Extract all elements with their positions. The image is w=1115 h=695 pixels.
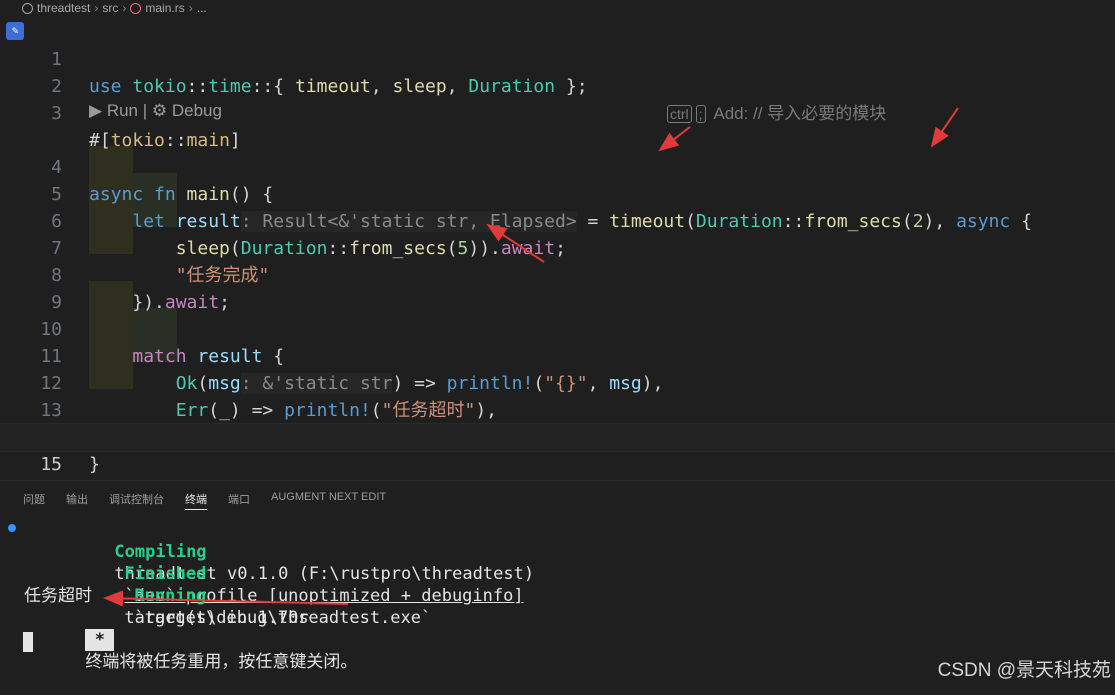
code-line: 10 match result { [0, 289, 1115, 367]
inline-suggestion-hint: ctrl; Add: // 导入必要的模块 [667, 100, 886, 128]
debug-codelens[interactable]: Debug [172, 101, 222, 120]
tab-output[interactable]: 输出 [66, 491, 88, 510]
codelens: ▶ Run | ⚙ Debug [89, 101, 222, 120]
code-line: 5 let result: Result<&'static str, Elaps… [0, 154, 1115, 232]
breadcrumb-more[interactable]: ... [197, 1, 207, 15]
code-line: 13 } [0, 370, 1115, 448]
breadcrumb: threadtest › src › main.rs › ... [0, 0, 1115, 16]
code-line: 8 }).await; [0, 235, 1115, 313]
terminal-cursor [23, 632, 33, 652]
code-line: 6 sleep(Duration::from_secs(5)).await; [0, 181, 1115, 259]
watermark: CSDN @景天科技苑 [937, 660, 1111, 681]
task-star-badge: * [85, 629, 115, 651]
code-line: 9 [0, 262, 1115, 313]
code-line: 1 use tokio::time::{ timeout, sleep, Dur… [0, 19, 1115, 123]
code-line: 14 } [0, 397, 1115, 475]
tab-ports[interactable]: 端口 [228, 491, 250, 510]
current-code-line: 15 [0, 423, 1115, 475]
gear-icon: ⚙ [151, 101, 168, 120]
chevron-right-icon: › [94, 1, 99, 15]
code-line: 11 Ok(msg: &'static str) => println!("{}… [0, 316, 1115, 394]
breadcrumb-src[interactable]: src [102, 1, 118, 15]
code-line: 12 Err(_) => println!("任务超时"), [0, 343, 1115, 421]
code-line: 7 "任务完成" [0, 208, 1115, 286]
play-icon: ▶ [89, 101, 103, 120]
tab-problems[interactable]: 问题 [23, 491, 45, 510]
line-number: 3 [51, 103, 62, 124]
breadcrumb-project[interactable]: threadtest [37, 1, 90, 15]
terminal-close-message: 终端将被任务重用，按任意键关闭。 [85, 652, 358, 672]
chevron-right-icon: › [188, 1, 193, 15]
running-label: Running [134, 586, 207, 606]
tab-terminal[interactable]: 终端 [185, 491, 207, 510]
code-line: 3 #[tokio::main] [0, 73, 1115, 151]
line-number: 15 [40, 454, 62, 475]
rust-file-icon [130, 2, 142, 14]
run-codelens[interactable]: Run [107, 101, 138, 120]
panel-tabs: 问题 输出 调试控制台 终端 端口 AUGMENT NEXT EDIT [23, 491, 386, 510]
tab-debug-console[interactable]: 调试控制台 [109, 491, 164, 510]
tab-augment-next-edit[interactable]: AUGMENT NEXT EDIT [271, 491, 386, 510]
chevron-right-icon: › [122, 1, 127, 15]
breadcrumb-file[interactable]: main.rs [145, 1, 184, 15]
code-line: 4 async fn main() { [0, 127, 1115, 205]
project-icon [22, 2, 33, 14]
code-line: 2 [0, 46, 1115, 97]
terminal-status-dot [8, 524, 16, 532]
program-output: 任务超时 [24, 586, 92, 606]
code-editor[interactable]: 1 use tokio::time::{ timeout, sleep, Dur… [0, 19, 1115, 475]
